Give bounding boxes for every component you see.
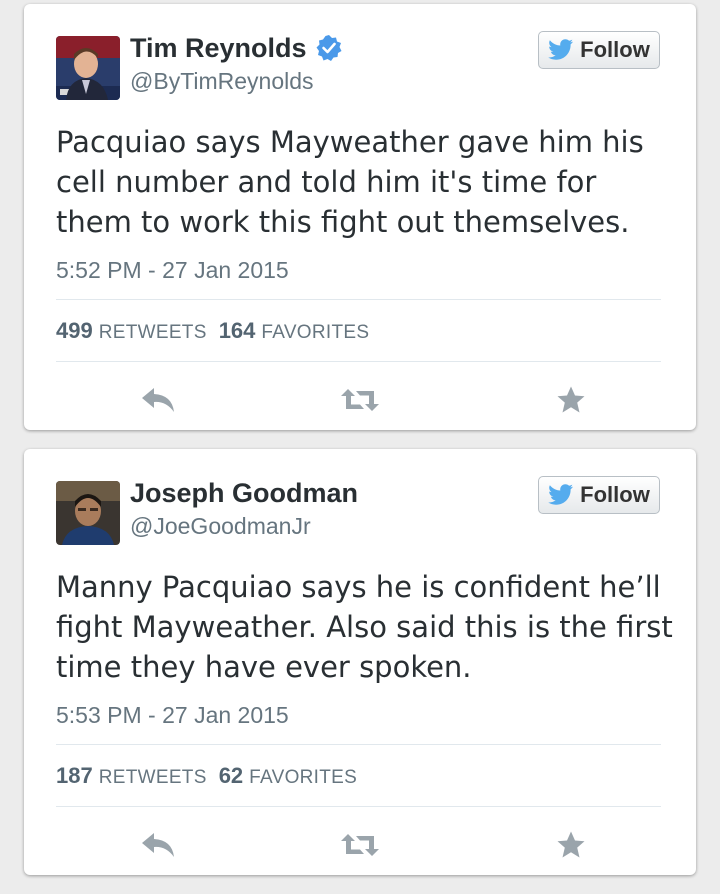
- follow-label: Follow: [580, 37, 650, 62]
- tweet-timestamp[interactable]: 5:53 PM - 27 Jan 2015: [56, 702, 289, 729]
- avatar[interactable]: [56, 36, 120, 100]
- divider: [56, 744, 661, 745]
- reply-icon[interactable]: [138, 825, 178, 865]
- follow-button[interactable]: Follow: [538, 31, 660, 69]
- retweet-icon[interactable]: [340, 380, 380, 420]
- author-name[interactable]: Joseph Goodman: [130, 478, 358, 509]
- follow-label: Follow: [580, 482, 650, 507]
- avatar[interactable]: [56, 481, 120, 545]
- star-icon[interactable]: [551, 825, 591, 865]
- retweet-count[interactable]: 499: [56, 318, 93, 343]
- tweet-card: Joseph Goodman @JoeGoodmanJr Follow Mann…: [24, 449, 696, 875]
- tweet-card: Tim Reynolds @ByTimReynolds Follow Pacqu…: [24, 4, 696, 430]
- divider: [56, 299, 661, 300]
- retweets-label: RETWEETS: [98, 322, 207, 343]
- retweets-label: RETWEETS: [98, 767, 207, 788]
- author-handle[interactable]: @JoeGoodmanJr: [130, 513, 311, 540]
- tweet-stats: 499 RETWEETS 164 FAVORITES: [56, 318, 369, 344]
- author-name-row: Tim Reynolds: [130, 30, 343, 66]
- author-name-row: Joseph Goodman: [130, 475, 358, 511]
- divider: [56, 806, 661, 807]
- tweet-timestamp[interactable]: 5:52 PM - 27 Jan 2015: [56, 257, 289, 284]
- verified-badge-icon: [315, 34, 343, 62]
- tweet-text: Pacquiao says Mayweather gave him his ce…: [56, 125, 644, 239]
- retweet-icon[interactable]: [340, 825, 380, 865]
- tweet-text: Manny Pacquiao says he is confident he’l…: [56, 570, 673, 684]
- follow-button[interactable]: Follow: [538, 476, 660, 514]
- tweet-stats: 187 RETWEETS 62 FAVORITES: [56, 763, 357, 789]
- divider: [56, 361, 661, 362]
- twitter-bird-icon: [548, 484, 574, 506]
- author-handle[interactable]: @ByTimReynolds: [130, 68, 314, 95]
- favorites-label: FAVORITES: [261, 322, 370, 343]
- favorites-label: FAVORITES: [249, 767, 358, 788]
- reply-icon[interactable]: [138, 380, 178, 420]
- favorite-count[interactable]: 164: [219, 318, 256, 343]
- twitter-bird-icon: [548, 39, 574, 61]
- author-name[interactable]: Tim Reynolds: [130, 33, 307, 64]
- star-icon[interactable]: [551, 380, 591, 420]
- favorite-count[interactable]: 62: [219, 763, 243, 788]
- retweet-count[interactable]: 187: [56, 763, 93, 788]
